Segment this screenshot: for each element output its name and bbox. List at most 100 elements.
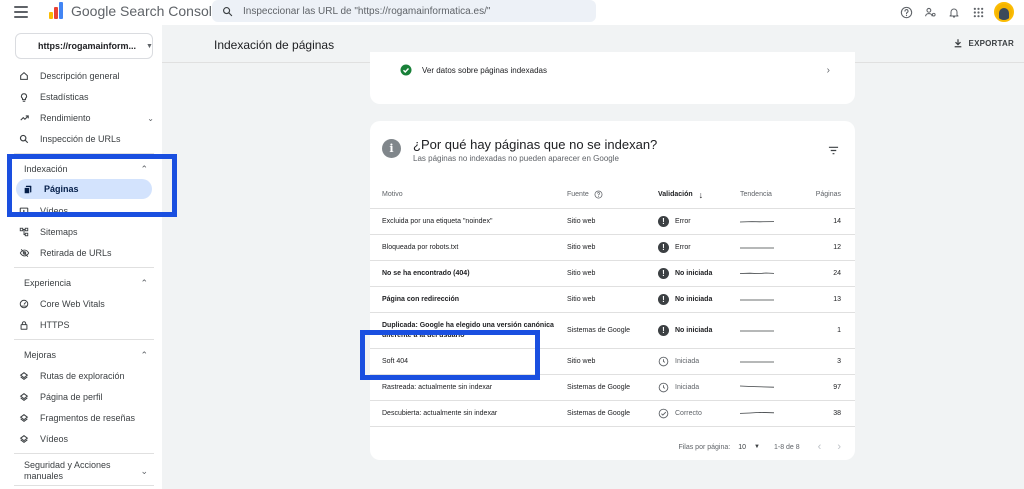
reason-cell: Página con redirección bbox=[382, 295, 460, 303]
menu-icon[interactable] bbox=[14, 4, 28, 20]
section-title: Seguridad y Acciones manuales bbox=[24, 460, 111, 481]
col-trend[interactable]: Tendencia bbox=[740, 191, 812, 198]
pagination: Filas por página: 10 ▼ 1-8 de 8 ‹ › bbox=[678, 441, 841, 453]
sidebar-item-url-inspection[interactable]: Inspección de URLs bbox=[18, 129, 154, 149]
table-row[interactable]: Excluida por una etiqueta "noindex" Siti… bbox=[370, 209, 855, 235]
sidebar-item-label: Estadísticas bbox=[40, 92, 89, 102]
col-validation[interactable]: Validación ↓ bbox=[658, 190, 740, 200]
check-circle-outline-icon bbox=[658, 408, 669, 419]
pages-cell: 24 bbox=[833, 270, 841, 277]
alert-icon: ! bbox=[658, 294, 669, 305]
sidebar-item-review-snippets[interactable]: Fragmentos de reseñas bbox=[18, 408, 154, 428]
sidebar-item-overview[interactable]: Descripción general bbox=[18, 66, 154, 86]
export-button[interactable]: EXPORTAR bbox=[953, 38, 1014, 48]
validation-label: No iniciada bbox=[675, 296, 713, 303]
apps-grid-icon[interactable] bbox=[970, 4, 986, 20]
chevron-down-icon[interactable]: ⌄ bbox=[147, 114, 154, 123]
chevron-up-icon[interactable]: ⌃ bbox=[140, 350, 148, 361]
trend-sparkline bbox=[740, 358, 812, 366]
sidebar-item-statistics[interactable]: Estadísticas bbox=[18, 87, 154, 107]
pages-cell: 97 bbox=[833, 384, 841, 391]
pages-cell: 12 bbox=[833, 244, 841, 251]
reason-cell: Descubierta: actualmente sin indexar bbox=[382, 409, 498, 417]
property-selector[interactable]: https://rogamainform... ▼ bbox=[15, 33, 153, 59]
error-icon: ! bbox=[658, 242, 669, 253]
filter-icon[interactable] bbox=[828, 144, 839, 158]
section-enhancements[interactable]: Mejoras ⌃ bbox=[24, 346, 148, 364]
view-indexed-pages-link[interactable]: Ver datos sobre páginas indexadas › bbox=[400, 62, 830, 78]
validation-cell: ! Error bbox=[658, 242, 740, 253]
pages-cell: 38 bbox=[833, 410, 841, 417]
validation-label: Correcto bbox=[675, 410, 702, 417]
source-cell: Sistemas de Google bbox=[567, 410, 631, 417]
eye-off-icon bbox=[18, 247, 30, 259]
layers-icon bbox=[18, 370, 30, 382]
bulb-icon bbox=[18, 91, 30, 103]
pages-cell: 1 bbox=[837, 327, 841, 334]
source-cell: Sistemas de Google bbox=[567, 327, 631, 334]
dropdown-arrow-icon: ▼ bbox=[754, 444, 760, 450]
col-source-label: Fuente bbox=[567, 191, 589, 198]
trending-icon bbox=[18, 112, 30, 124]
col-pages[interactable]: Páginas bbox=[812, 191, 855, 198]
search-console-logo-icon bbox=[49, 2, 65, 20]
validation-label: Error bbox=[675, 218, 691, 225]
url-inspection-search[interactable] bbox=[212, 0, 596, 22]
section-title: Mejoras bbox=[24, 350, 57, 360]
col-reason[interactable]: Motivo bbox=[370, 190, 567, 200]
sidebar-item-profile-page[interactable]: Página de perfil bbox=[18, 387, 154, 407]
help-icon[interactable] bbox=[594, 190, 603, 199]
table-row[interactable]: Bloqueada por robots.txt Sitio web ! Erro… bbox=[370, 235, 855, 261]
section-security[interactable]: Seguridad y Acciones manuales ⌄ bbox=[24, 459, 148, 483]
sidebar-item-url-removals[interactable]: Retirada de URLs bbox=[18, 243, 154, 263]
table-header: Motivo Fuente Validación ↓ Tendencia Pág… bbox=[370, 181, 855, 209]
clock-icon bbox=[658, 382, 669, 393]
help-icon[interactable] bbox=[898, 4, 914, 20]
validation-label: Iniciada bbox=[675, 384, 700, 391]
sidebar-item-label: Vídeos bbox=[40, 434, 69, 444]
notifications-icon[interactable] bbox=[946, 4, 962, 20]
pages-cell: 3 bbox=[837, 358, 841, 365]
manage-users-icon[interactable] bbox=[922, 4, 938, 20]
check-circle-icon bbox=[400, 64, 412, 76]
col-source[interactable]: Fuente bbox=[567, 190, 658, 199]
dropdown-arrow-icon: ▼ bbox=[146, 42, 153, 50]
avatar[interactable] bbox=[994, 2, 1014, 22]
chevron-right-icon: › bbox=[826, 64, 830, 76]
chevron-left-icon[interactable]: ‹ bbox=[818, 441, 822, 453]
chevron-up-icon[interactable]: ⌃ bbox=[140, 278, 148, 289]
sidebar-item-label: Sitemaps bbox=[40, 227, 78, 237]
search-input[interactable] bbox=[243, 5, 563, 17]
sidebar-item-sitemaps[interactable]: Sitemaps bbox=[18, 222, 154, 242]
app-logo[interactable]: Google Search Console bbox=[49, 2, 220, 20]
rows-per-page-label: Filas por página: bbox=[678, 443, 731, 451]
sidebar-item-videos-enhancement[interactable]: Vídeos bbox=[18, 429, 154, 449]
sort-arrow-down-icon: ↓ bbox=[698, 189, 704, 200]
table-row[interactable]: Página con redirección Sitio web ! No ini… bbox=[370, 287, 855, 313]
chevron-down-icon[interactable]: ⌄ bbox=[140, 466, 148, 477]
reasons-table: Motivo Fuente Validación ↓ Tendencia Pág… bbox=[370, 181, 855, 427]
rows-per-page-select[interactable]: 10 ▼ bbox=[738, 444, 760, 451]
divider bbox=[14, 339, 154, 340]
property-name: https://rogamainform... bbox=[38, 41, 137, 51]
sidebar-item-core-web-vitals[interactable]: Core Web Vitals bbox=[18, 294, 154, 314]
source-cell: Sitio web bbox=[567, 296, 596, 303]
card-subtitle: Las páginas no indexadas no pueden apare… bbox=[413, 154, 619, 163]
layers-icon bbox=[18, 412, 30, 424]
sidebar-item-label: Rutas de exploración bbox=[40, 371, 125, 381]
chevron-right-icon[interactable]: › bbox=[837, 441, 841, 453]
table-row[interactable]: Descubierta: actualmente sin indexar Sis… bbox=[370, 401, 855, 427]
sidebar-item-https[interactable]: HTTPS bbox=[18, 315, 154, 335]
alert-icon: ! bbox=[658, 268, 669, 279]
validation-label: Error bbox=[675, 244, 691, 251]
validation-cell: ! No iniciada bbox=[658, 268, 740, 279]
sidebar-item-breadcrumbs[interactable]: Rutas de exploración bbox=[18, 366, 154, 386]
section-experience[interactable]: Experiencia ⌃ bbox=[24, 274, 148, 292]
trend-sparkline bbox=[740, 244, 812, 252]
sidebar-item-performance[interactable]: Rendimiento ⌄ bbox=[18, 108, 154, 128]
table-row[interactable]: No se ha encontrado (404) Sitio web ! No … bbox=[370, 261, 855, 287]
sidebar-item-label: Rendimiento bbox=[40, 113, 91, 123]
sidebar-item-label: Página de perfil bbox=[40, 392, 103, 402]
highlight-box-soft-404 bbox=[360, 330, 540, 380]
validation-label: Iniciada bbox=[675, 358, 700, 365]
